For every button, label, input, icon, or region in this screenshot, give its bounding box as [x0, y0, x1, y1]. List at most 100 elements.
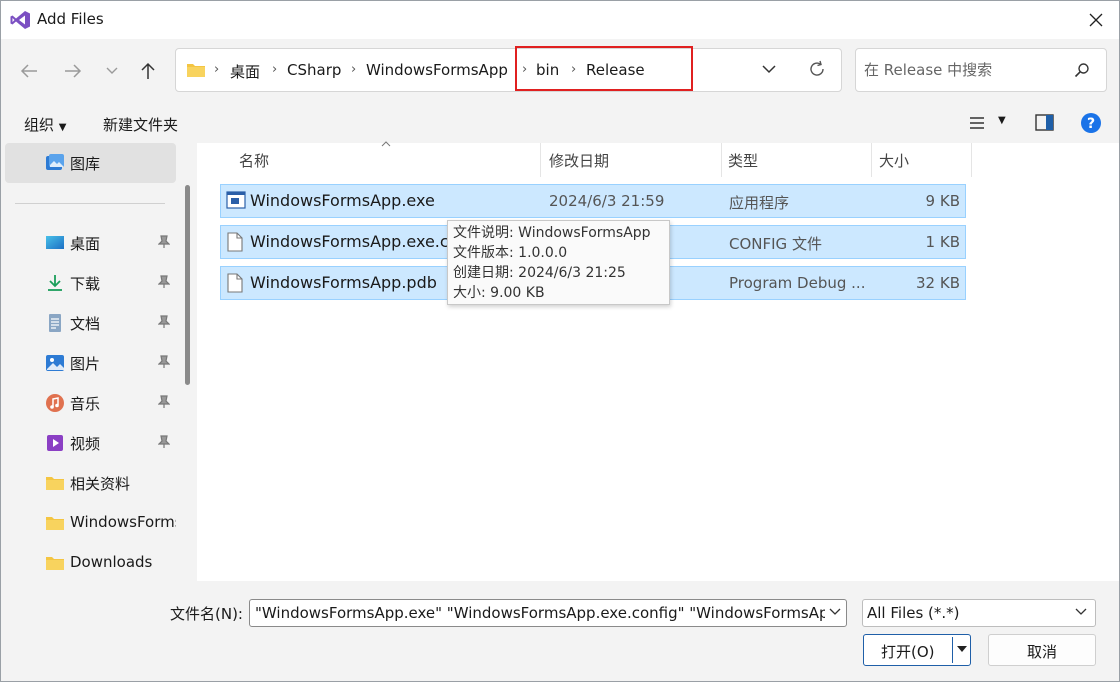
back-button[interactable] [15, 57, 43, 85]
breadcrumb-windowsformsapp[interactable]: WindowsFormsApp [366, 61, 508, 79]
chevron-down-icon[interactable] [829, 608, 841, 616]
pin-icon [158, 435, 170, 448]
arrow-right-icon [65, 64, 82, 78]
exe-icon [226, 191, 246, 209]
sidebar-item-videos[interactable]: 视频 [1, 423, 176, 463]
breadcrumb-desktop[interactable]: 桌面 [230, 61, 260, 82]
column-header-type[interactable]: 类型 [728, 150, 758, 171]
sidebar-item-windowsformsapp[interactable]: WindowsFormsApp [1, 503, 176, 543]
column-header-size[interactable]: 大小 [879, 150, 909, 171]
search-input[interactable] [864, 59, 1064, 81]
file-type-filter-value: All Files (*.*) [867, 604, 960, 622]
folder-icon [46, 477, 64, 490]
file-size: 32 KB [916, 274, 960, 292]
close-button[interactable] [1073, 1, 1119, 39]
preview-pane-icon[interactable] [1035, 114, 1054, 131]
arrow-up-icon [141, 62, 155, 79]
organize-menu[interactable]: 组织 ▼ [24, 114, 67, 135]
breadcrumb-separator: › [272, 62, 278, 77]
sidebar-item-related-materials[interactable]: 相关资料 [1, 463, 176, 503]
sidebar-item-label: 相关资料 [70, 475, 131, 493]
filename-input[interactable] [255, 603, 825, 623]
svg-text:?: ? [1087, 116, 1095, 132]
search-icon[interactable] [1074, 62, 1090, 78]
file-info-tooltip: 文件说明: WindowsFormsApp 文件版本: 1.0.0.0 创建日期… [447, 220, 670, 305]
up-button[interactable] [134, 57, 162, 85]
file-list: 名称 修改日期 类型 大小 WindowsFormsApp.exe 2024/6… [197, 141, 1119, 581]
file-icon [227, 273, 243, 293]
visual-studio-icon [10, 11, 30, 29]
filename-label: 文件名(N): [170, 605, 243, 623]
open-button[interactable]: 打开(O) [863, 634, 971, 666]
sort-ascending-icon [381, 141, 391, 147]
sidebar-divider [15, 203, 165, 204]
sidebar-item-label: 图库 [70, 155, 101, 173]
download-icon [48, 275, 62, 291]
chevron-down-icon [1075, 608, 1087, 615]
music-icon [46, 394, 64, 412]
navigation-bar: › 桌面 › CSharp › WindowsFormsApp › bin › … [1, 39, 1119, 103]
sidebar-item-pictures[interactable]: 图片 [1, 343, 176, 383]
tooltip-size: 大小: 9.00 KB [453, 285, 545, 301]
tooltip-created: 创建日期: 2024/6/3 21:25 [453, 265, 626, 281]
column-divider[interactable] [540, 143, 541, 177]
pin-icon [158, 355, 170, 368]
file-name: WindowsFormsApp.exe [250, 191, 435, 210]
cancel-button[interactable]: 取消 [988, 634, 1096, 666]
tooltip-version: 文件版本: 1.0.0.0 [453, 245, 568, 261]
view-list-icon[interactable] [969, 116, 985, 130]
search-box[interactable] [855, 48, 1107, 92]
file-type: 应用程序 [729, 194, 790, 212]
title-bar: Add Files [1, 1, 1119, 39]
column-header-date[interactable]: 修改日期 [549, 150, 609, 171]
arrow-left-icon [20, 64, 37, 78]
pictures-icon [46, 355, 64, 371]
new-folder-button[interactable]: 新建文件夹 [103, 114, 178, 135]
recent-locations-button[interactable] [98, 57, 126, 85]
file-row-exe[interactable]: WindowsFormsApp.exe 2024/6/3 21:59 应用程序 … [220, 184, 966, 218]
breadcrumb-csharp[interactable]: CSharp [287, 61, 341, 79]
window-title: Add Files [37, 10, 104, 28]
breadcrumb-separator: › [351, 62, 357, 77]
sidebar-item-label: Downloads [70, 553, 153, 571]
sidebar-item-label: WindowsFormsApp [70, 513, 176, 531]
sidebar-scrollbar[interactable] [185, 185, 190, 385]
folder-icon [187, 64, 205, 77]
document-icon [49, 314, 61, 332]
column-divider[interactable] [721, 143, 722, 177]
column-divider[interactable] [871, 143, 872, 177]
file-size: 9 KB [925, 192, 960, 210]
sidebar-item-music[interactable]: 音乐 [1, 383, 176, 423]
close-icon [1089, 13, 1103, 27]
sidebar-item-documents[interactable]: 文档 [1, 303, 176, 343]
forward-button[interactable] [59, 57, 87, 85]
filename-combobox[interactable] [249, 599, 847, 627]
dialog-footer: 文件名(N): All Files (*.*) 打开(O) 取消 [1, 581, 1119, 681]
pin-icon [158, 235, 170, 248]
caret-down-icon: ▼ [58, 122, 67, 133]
breadcrumb-separator: › [214, 62, 220, 77]
refresh-icon[interactable] [808, 60, 826, 78]
sidebar-item-desktop[interactable]: 桌面 [1, 223, 176, 263]
pin-icon [158, 395, 170, 408]
split-divider [952, 637, 953, 663]
chevron-down-icon[interactable] [762, 61, 776, 77]
annotation-highlight-box [515, 46, 693, 91]
file-name: WindowsFormsApp.pdb [250, 273, 437, 292]
open-button-label: 打开(O) [881, 643, 935, 661]
file-type-filter[interactable]: All Files (*.*) [862, 599, 1096, 627]
gallery-icon [46, 154, 64, 170]
caret-down-icon[interactable] [957, 646, 967, 653]
file-icon [227, 232, 243, 252]
sidebar-item-downloads[interactable]: 下载 [1, 263, 176, 303]
command-bar: 组织 ▼ 新建文件夹 ▼ ? [1, 103, 1119, 143]
help-icon[interactable]: ? [1080, 112, 1102, 134]
sidebar-item-gallery[interactable]: 图库 [1, 143, 176, 183]
view-options-caret-icon[interactable]: ▼ [998, 115, 1006, 126]
video-icon [47, 435, 63, 451]
chevron-down-icon [106, 67, 118, 74]
column-header-name[interactable]: 名称 [239, 150, 269, 171]
column-divider[interactable] [971, 143, 972, 177]
sidebar-item-downloads-folder[interactable]: Downloads [1, 543, 176, 583]
address-bar[interactable]: › 桌面 › CSharp › WindowsFormsApp › bin › … [175, 46, 842, 92]
